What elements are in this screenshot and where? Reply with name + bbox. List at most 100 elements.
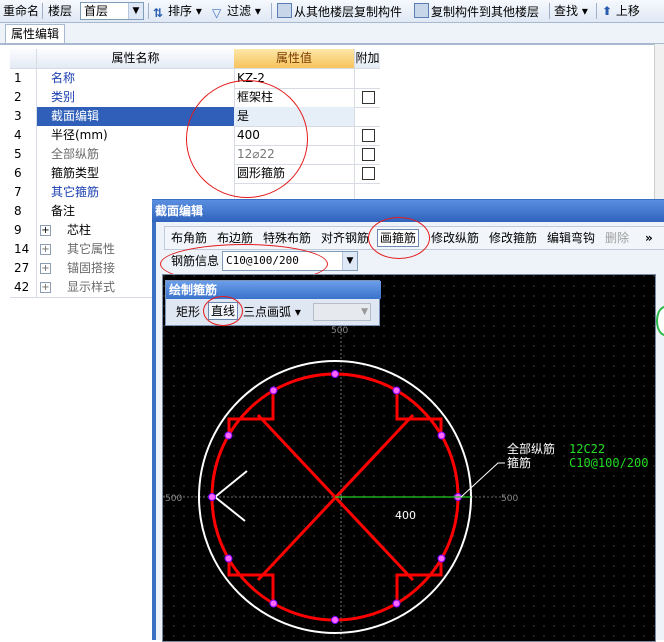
stirrup-value: C10@100/200 (569, 456, 648, 470)
row-number: 14 (10, 240, 37, 259)
floor-select[interactable]: 首层 ▼ (80, 2, 144, 20)
rebar-point[interactable] (331, 370, 339, 378)
copy-in-icon (277, 3, 292, 18)
property-name-cell[interactable]: 名称 (37, 69, 235, 88)
annotation-ellipse (186, 80, 308, 198)
rebar-point[interactable] (269, 386, 278, 395)
mode-three-point-arc[interactable]: 三点画弧 ▾ (243, 304, 301, 320)
property-name: 显示样式 (67, 280, 116, 294)
rebar-point[interactable] (437, 431, 446, 440)
rebar-point[interactable] (437, 554, 446, 563)
floor-select-value: 首层 (84, 4, 109, 18)
property-name: 半径(mm) (51, 128, 108, 142)
main-toolbar: 重命名 楼层 首层 ▼ ⇅ 排序 ▾ ▽ 过滤 ▾ 从其他楼层复制构件 复制构件到其… (0, 0, 664, 23)
row-number-header (10, 49, 37, 68)
vertical-scrollbar[interactable] (654, 44, 664, 204)
expand-icon[interactable]: + (40, 282, 51, 293)
sort-label: 排序 (168, 4, 193, 18)
annotation-ellipse (203, 296, 243, 326)
rebar-point[interactable] (208, 493, 216, 501)
extra-cell (355, 69, 380, 88)
dialog-tab[interactable]: 修改箍筋 (489, 230, 537, 246)
chevron-down-icon[interactable]: ▼ (342, 252, 357, 270)
section-canvas[interactable]: 500 500 500 0 400 全部纵筋 12C22 箍筋 C10@100/… (162, 274, 656, 642)
row-number: 4 (10, 126, 37, 145)
extra-checkbox[interactable] (362, 91, 375, 104)
all-rebar-value: 12C22 (569, 442, 605, 456)
chevron-down-icon[interactable]: ▼ (361, 304, 368, 320)
sort-icon: ⇅ (153, 6, 164, 20)
arc-parameter-select[interactable]: ▼ (313, 303, 371, 321)
mode-rectangle[interactable]: 矩形 (176, 304, 200, 320)
filter-button[interactable]: ▽ 过滤 ▾ (212, 3, 261, 20)
axis-right-label: 500 (501, 494, 518, 504)
property-name: 备注 (51, 204, 76, 218)
tab-property-edit[interactable]: 属性编辑 (5, 24, 65, 43)
toolbar-separator (271, 3, 272, 19)
row-number: 1 (10, 69, 37, 88)
dialog-tab[interactable]: 修改纵筋 (431, 230, 479, 246)
extra-cell (355, 164, 380, 183)
property-name: 其它箍筋 (51, 185, 100, 199)
toolbar-separator (42, 3, 43, 19)
mode-arc-label: 三点画弧 (243, 305, 292, 319)
floor-label: 楼层 (48, 4, 73, 18)
expand-icon[interactable]: + (40, 244, 51, 255)
dialog-tab[interactable]: 对齐钢筋 (321, 230, 369, 246)
rebar-point[interactable] (392, 386, 401, 395)
dialog-tab[interactable]: 布角筋 (171, 230, 207, 246)
row-number: 8 (10, 202, 37, 221)
extra-checkbox[interactable] (362, 148, 375, 161)
property-name: 其它属性 (67, 242, 116, 256)
expand-icon[interactable]: + (40, 263, 51, 274)
move-up-button[interactable]: ⬆ 上移 (602, 3, 640, 19)
extra-cell (355, 107, 380, 126)
rebar-point[interactable] (392, 599, 401, 608)
extra-checkbox[interactable] (362, 129, 375, 142)
rebar-point[interactable] (269, 599, 278, 608)
annotation-ellipse (368, 217, 430, 259)
stirrup-label: 箍筋 (507, 455, 531, 470)
extra-cell (355, 145, 380, 164)
copy-from-label: 从其他楼层复制构件 (294, 5, 403, 19)
copy-out-icon (414, 3, 429, 18)
expand-icon[interactable]: + (40, 225, 51, 236)
table-row[interactable]: 2 类别 框架柱 (10, 88, 380, 108)
row-number: 2 (10, 88, 37, 107)
copy-from-floor-button[interactable]: 从其他楼层复制构件 (277, 3, 402, 19)
row-number: 7 (10, 183, 37, 202)
rename-button[interactable]: 重命名 (3, 3, 39, 19)
property-name: 芯柱 (67, 223, 92, 237)
rebar-point[interactable] (331, 616, 339, 624)
property-name: 锚固搭接 (67, 261, 116, 275)
more-tools-button[interactable]: » (645, 230, 653, 246)
header-property-value: 属性值 (234, 49, 355, 68)
dialog-tab[interactable]: 编辑弯钩 (547, 230, 595, 246)
row-number: 6 (10, 164, 37, 183)
find-button[interactable]: 查找 ▾ (554, 3, 588, 19)
rebar-point[interactable] (224, 431, 233, 440)
dialog-tab[interactable]: 删除 (605, 230, 629, 246)
sort-button[interactable]: ⇅ 排序 ▾ (153, 3, 202, 20)
property-name: 名称 (51, 71, 76, 85)
filter-icon: ▽ (212, 6, 222, 20)
dialog-tab[interactable]: 特殊布筋 (263, 230, 311, 246)
find-label: 查找 (554, 4, 579, 18)
axis-left-label: 500 (165, 494, 182, 504)
grid-header-row: 属性名称 属性值 附加 (10, 49, 380, 69)
tab-strip (0, 23, 664, 44)
filter-label: 过滤 (227, 4, 252, 18)
chevron-down-icon[interactable]: ▼ (128, 3, 143, 19)
extra-cell (355, 126, 380, 145)
copy-to-floor-button[interactable]: 复制构件到其他楼层 (414, 3, 539, 19)
toolbar-separator (596, 3, 597, 19)
move-up-label: 上移 (615, 4, 640, 18)
extra-checkbox[interactable] (362, 167, 375, 180)
property-name: 全部纵筋 (51, 147, 100, 161)
toolbar-separator (549, 3, 550, 19)
axis-top-label: 500 (331, 326, 348, 336)
rebar-point[interactable] (224, 554, 233, 563)
table-row[interactable]: 1 名称 KZ-2 (10, 69, 380, 89)
property-name: 类别 (51, 90, 76, 104)
toolbar-separator (148, 3, 149, 19)
